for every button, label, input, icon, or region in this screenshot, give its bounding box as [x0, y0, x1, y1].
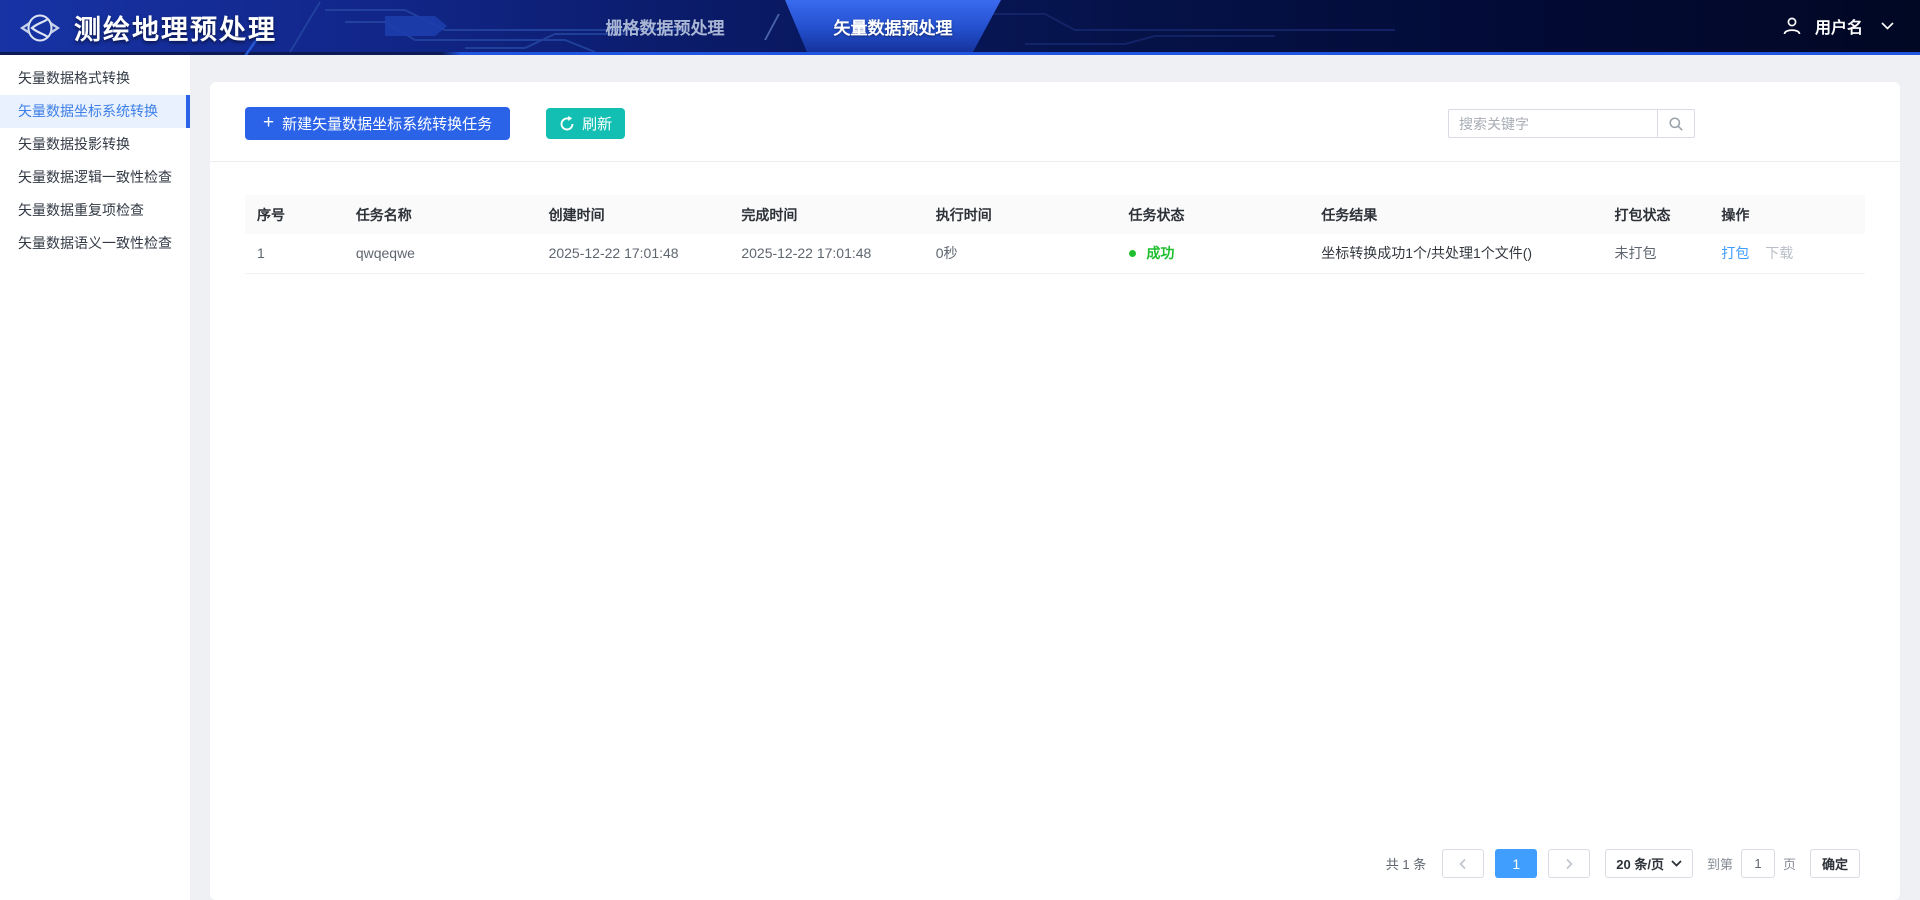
pack-link[interactable]: 打包 — [1721, 245, 1749, 261]
search-group — [1448, 109, 1695, 138]
col-task-name: 任务名称 — [343, 195, 537, 234]
status-text: 成功 — [1146, 245, 1175, 262]
refresh-icon — [560, 115, 574, 130]
tab-raster-preprocessing[interactable]: 栅格数据预处理 — [575, 0, 755, 52]
user-menu[interactable]: 用户名 — [1781, 0, 1894, 52]
cell-duration: 0秒 — [923, 234, 1117, 274]
table-header-row: 序号 任务名称 创建时间 完成时间 执行时间 任务状态 任务结果 打包状态 操作 — [245, 195, 1865, 234]
sidebar-item-coordinate-system-conversion[interactable]: 矢量数据坐标系统转换 — [0, 95, 190, 128]
sidebar-item-semantic-consistency-check[interactable]: 矢量数据语义一致性检查 — [0, 227, 190, 260]
new-task-button[interactable]: + 新建矢量数据坐标系统转换任务 — [245, 107, 511, 140]
col-result: 任务结果 — [1309, 195, 1603, 234]
col-created-time: 创建时间 — [536, 195, 730, 234]
header-accent-line — [0, 52, 1920, 55]
col-actions: 操作 — [1709, 195, 1865, 234]
main-content: + 新建矢量数据坐标系统转换任务 刷新 搜索关键字 序号 任务名称 创建时间 完… — [190, 55, 1920, 900]
app-header: 测绘地理预处理 栅格数据预处理 矢量数据预处理 用户名 — [0, 0, 1920, 55]
cell-task-name: qwqeqwe — [343, 234, 537, 274]
refresh-button-label: 刷新 — [582, 116, 613, 133]
top-tabs: 栅格数据预处理 矢量数据预处理 — [575, 0, 1001, 52]
next-page-button[interactable] — [1548, 849, 1591, 878]
sidebar-item-duplicate-check[interactable]: 矢量数据重复项检查 — [0, 194, 190, 227]
app-title: 测绘地理预处理 — [74, 15, 277, 45]
pagination-total: 共 1 条 — [1385, 857, 1427, 872]
cell-finished-time: 2025-12-22 17:01:48 — [729, 234, 924, 274]
cell-created-time: 2025-12-22 17:01:48 — [536, 234, 730, 274]
goto-page-input[interactable] — [1740, 849, 1775, 878]
chevron-down-icon — [1671, 860, 1682, 867]
search-icon — [1669, 116, 1683, 131]
col-duration: 执行时间 — [923, 195, 1117, 234]
page-size-label: 20 条/页 — [1616, 857, 1664, 872]
search-input[interactable] — [1448, 109, 1658, 138]
chevron-right-icon — [1566, 858, 1573, 869]
cell-status: 成功 — [1116, 234, 1310, 274]
brand: 测绘地理预处理 — [0, 8, 277, 47]
app-logo-icon — [20, 14, 60, 41]
cell-result: 坐标转换成功1个/共处理1个文件() — [1309, 234, 1603, 274]
col-pack-status: 打包状态 — [1602, 195, 1710, 234]
download-link[interactable]: 下载 — [1765, 245, 1793, 261]
plus-icon: + — [263, 112, 275, 133]
goto-page-suffix: 页 — [1782, 857, 1796, 872]
content-panel: + 新建矢量数据坐标系统转换任务 刷新 搜索关键字 序号 任务名称 创建时间 完… — [210, 82, 1900, 900]
tab-label: 栅格数据预处理 — [605, 18, 725, 38]
user-name: 用户名 — [1814, 20, 1863, 37]
pagination: 共 1 条 1 20 条/页 到第 1 页 确定 — [1386, 849, 1860, 878]
prev-page-button[interactable] — [1442, 849, 1485, 878]
goto-confirm-button[interactable]: 确定 — [1809, 849, 1860, 878]
sidebar-item-logical-consistency-check[interactable]: 矢量数据逻辑一致性检查 — [0, 161, 190, 194]
col-status: 任务状态 — [1116, 195, 1310, 234]
col-finished-time: 完成时间 — [729, 195, 924, 234]
col-index: 序号 — [245, 195, 344, 234]
tab-vector-preprocessing[interactable]: 矢量数据预处理 — [785, 0, 1001, 52]
search-button[interactable] — [1657, 109, 1695, 138]
status-dot-icon — [1128, 250, 1136, 258]
sidebar-item-projection-conversion[interactable]: 矢量数据投影转换 — [0, 128, 190, 161]
task-table: 序号 任务名称 创建时间 完成时间 执行时间 任务状态 任务结果 打包状态 操作 — [245, 195, 1865, 274]
sidebar-item-format-conversion[interactable]: 矢量数据格式转换 — [0, 62, 190, 95]
table-row: 1 qwqeqwe 2025-12-22 17:01:48 2025-12-22… — [245, 234, 1865, 274]
cell-pack-status: 未打包 — [1602, 234, 1710, 274]
page-size-select[interactable]: 20 条/页 — [1605, 849, 1693, 878]
task-table-area: 序号 任务名称 创建时间 完成时间 执行时间 任务状态 任务结果 打包状态 操作 — [210, 162, 1900, 274]
new-task-button-label: 新建矢量数据坐标系统转换任务 — [282, 116, 493, 133]
refresh-button[interactable]: 刷新 — [546, 108, 626, 139]
page-1-button[interactable]: 1 — [1495, 849, 1538, 878]
chevron-left-icon — [1459, 858, 1466, 869]
chevron-down-icon — [1881, 22, 1894, 30]
cell-actions: 打包 下载 — [1709, 234, 1865, 274]
toolbar: + 新建矢量数据坐标系统转换任务 刷新 — [210, 82, 1900, 162]
sidebar: 矢量数据格式转换 矢量数据坐标系统转换 矢量数据投影转换 矢量数据逻辑一致性检查… — [0, 55, 190, 900]
tab-label: 矢量数据预处理 — [833, 18, 953, 38]
goto-page-prefix: 到第 — [1706, 857, 1733, 872]
user-icon — [1783, 17, 1801, 35]
cell-index: 1 — [245, 234, 344, 274]
